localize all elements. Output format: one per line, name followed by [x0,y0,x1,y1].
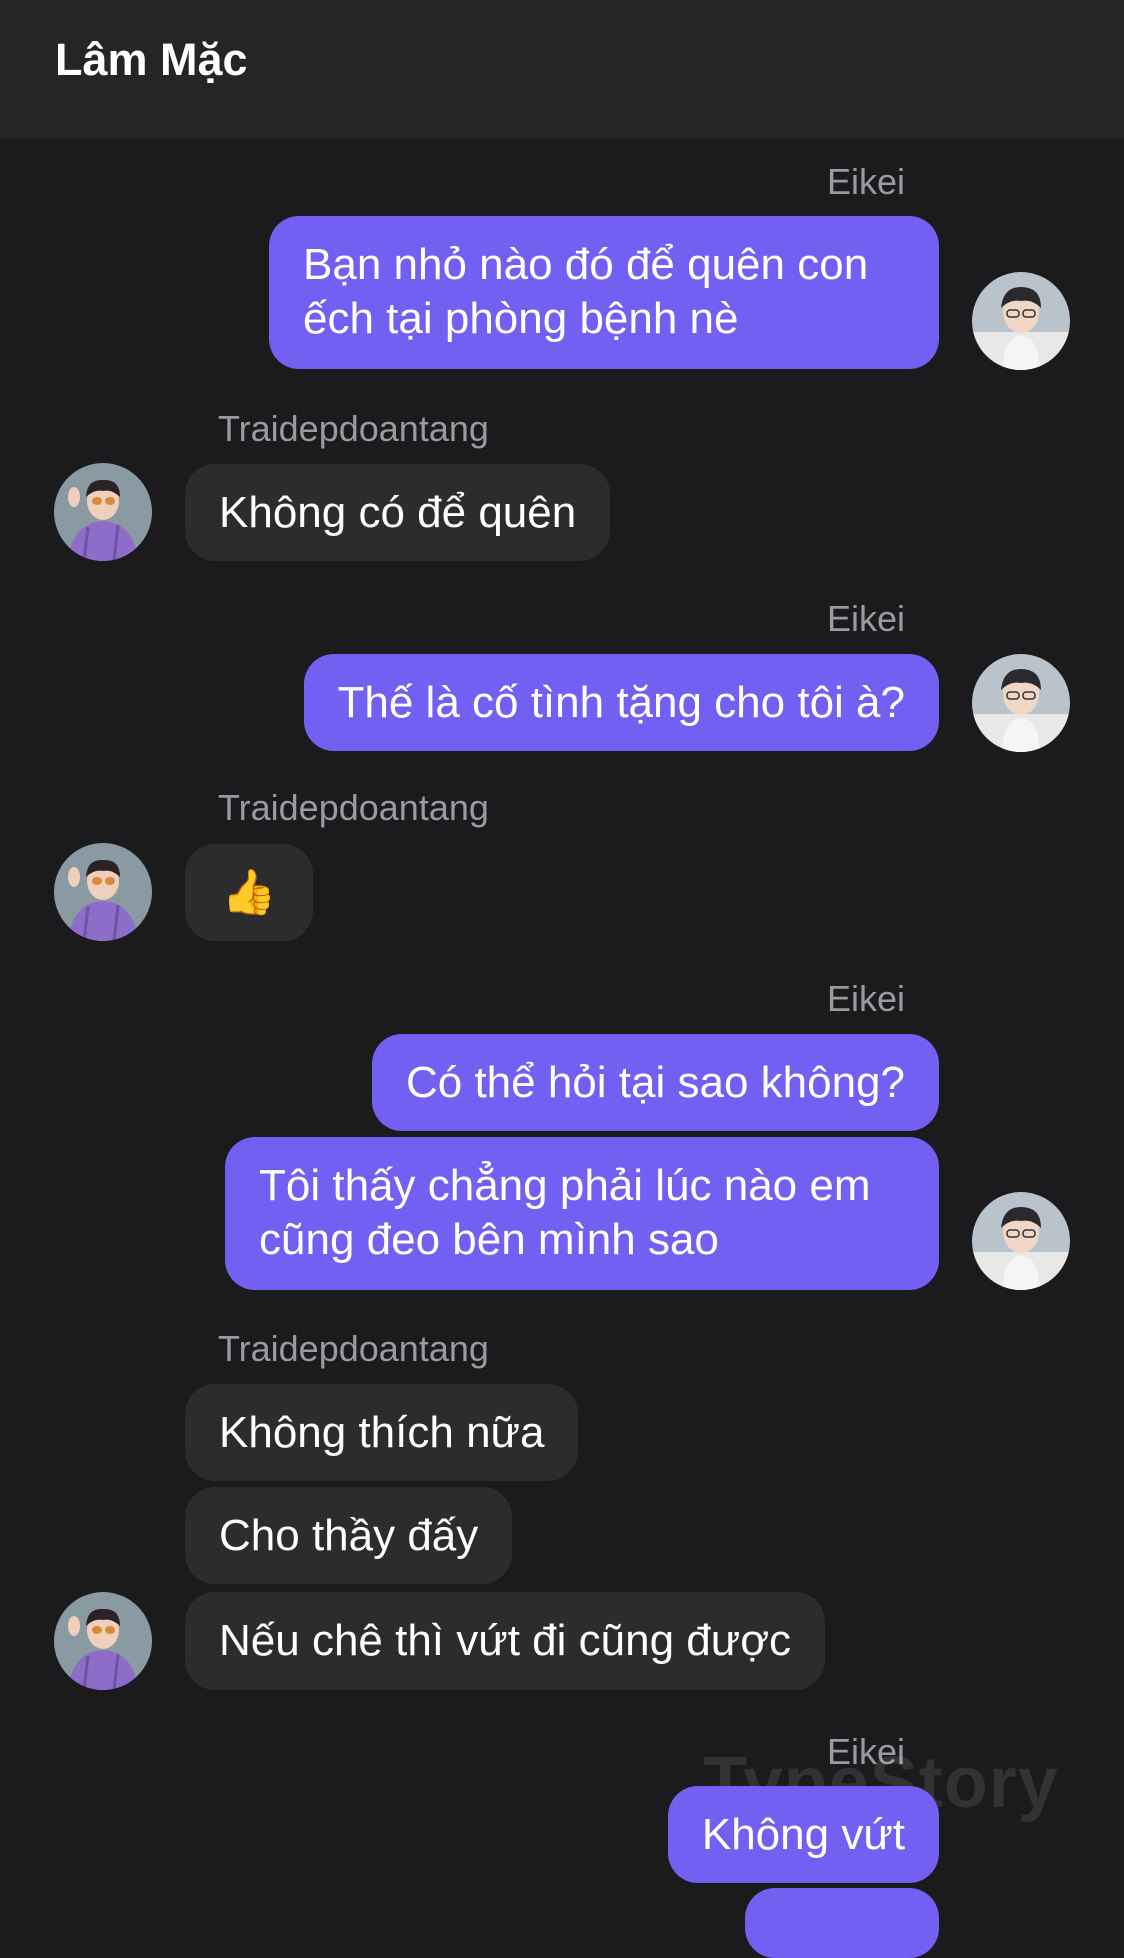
message-text-line: Bạn nhỏ nào đó để quên con [303,240,869,289]
message-bubble-incoming[interactable]: Nếu chê thì vứt đi cũng được [185,1592,826,1690]
sender-name: Eikei [826,161,905,202]
avatar-traidepdoantang[interactable] [54,843,152,941]
message-bubble-outgoing[interactable]: Thế là cố tình tặng cho tôi à? [303,654,939,751]
message-bubble-outgoing[interactable]: Không vứt [667,1786,939,1883]
message-text: Cho thầy đấy [219,1511,479,1560]
message-text: Có thể hỏi tại sao không? [405,1058,905,1107]
sender-name: Eikei [826,598,905,639]
chat-header: Lâm Mặc [0,0,1124,138]
message-bubble-incoming[interactable]: Không thích nữa [185,1384,579,1481]
sender-name: Eikei [826,978,905,1019]
sender-name: Traidepdoantang [218,408,489,449]
avatar-traidepdoantang[interactable] [54,463,152,561]
message-bubble-outgoing[interactable]: Bạn nhỏ nào đó để quên con ếch tại phòng… [269,216,939,369]
message-bubble-incoming[interactable]: Không có để quên [185,464,611,561]
message-text: Không vứt [701,1810,905,1859]
sender-name: Traidepdoantang [218,1328,489,1369]
message-text-line: ếch tại phòng bệnh nè [303,294,739,343]
message-text-line: cũng đeo bên mình sao [259,1215,719,1264]
message-bubble-outgoing[interactable]: Có thể hỏi tại sao không? [371,1034,939,1131]
avatar-eikei[interactable] [972,272,1070,370]
message-text: Thế là cố tình tặng cho tôi à? [337,678,906,727]
message-text: Không thích nữa [219,1408,545,1457]
chat-title: Lâm Mặc [55,34,248,85]
avatar-eikei[interactable] [972,1192,1070,1290]
avatar-eikei[interactable] [972,654,1070,752]
message-bubble-outgoing[interactable]: Tôi thấy chẳng phải lúc nào em cũng đeo … [225,1137,939,1290]
message-text: Nếu chê thì vứt đi cũng được [219,1616,792,1665]
message-bubble-incoming[interactable]: 👍 [185,844,313,941]
message-bubble-outgoing[interactable] [745,1888,939,1958]
sender-name: Traidepdoantang [218,787,489,828]
message-text: Không có để quên [219,488,577,537]
thumbs-up-emoji: 👍 [221,868,277,917]
message-text-line: Tôi thấy chẳng phải lúc nào em [259,1161,871,1210]
message-bubble-incoming[interactable]: Cho thầy đấy [185,1487,513,1584]
avatar-traidepdoantang[interactable] [54,1592,152,1690]
